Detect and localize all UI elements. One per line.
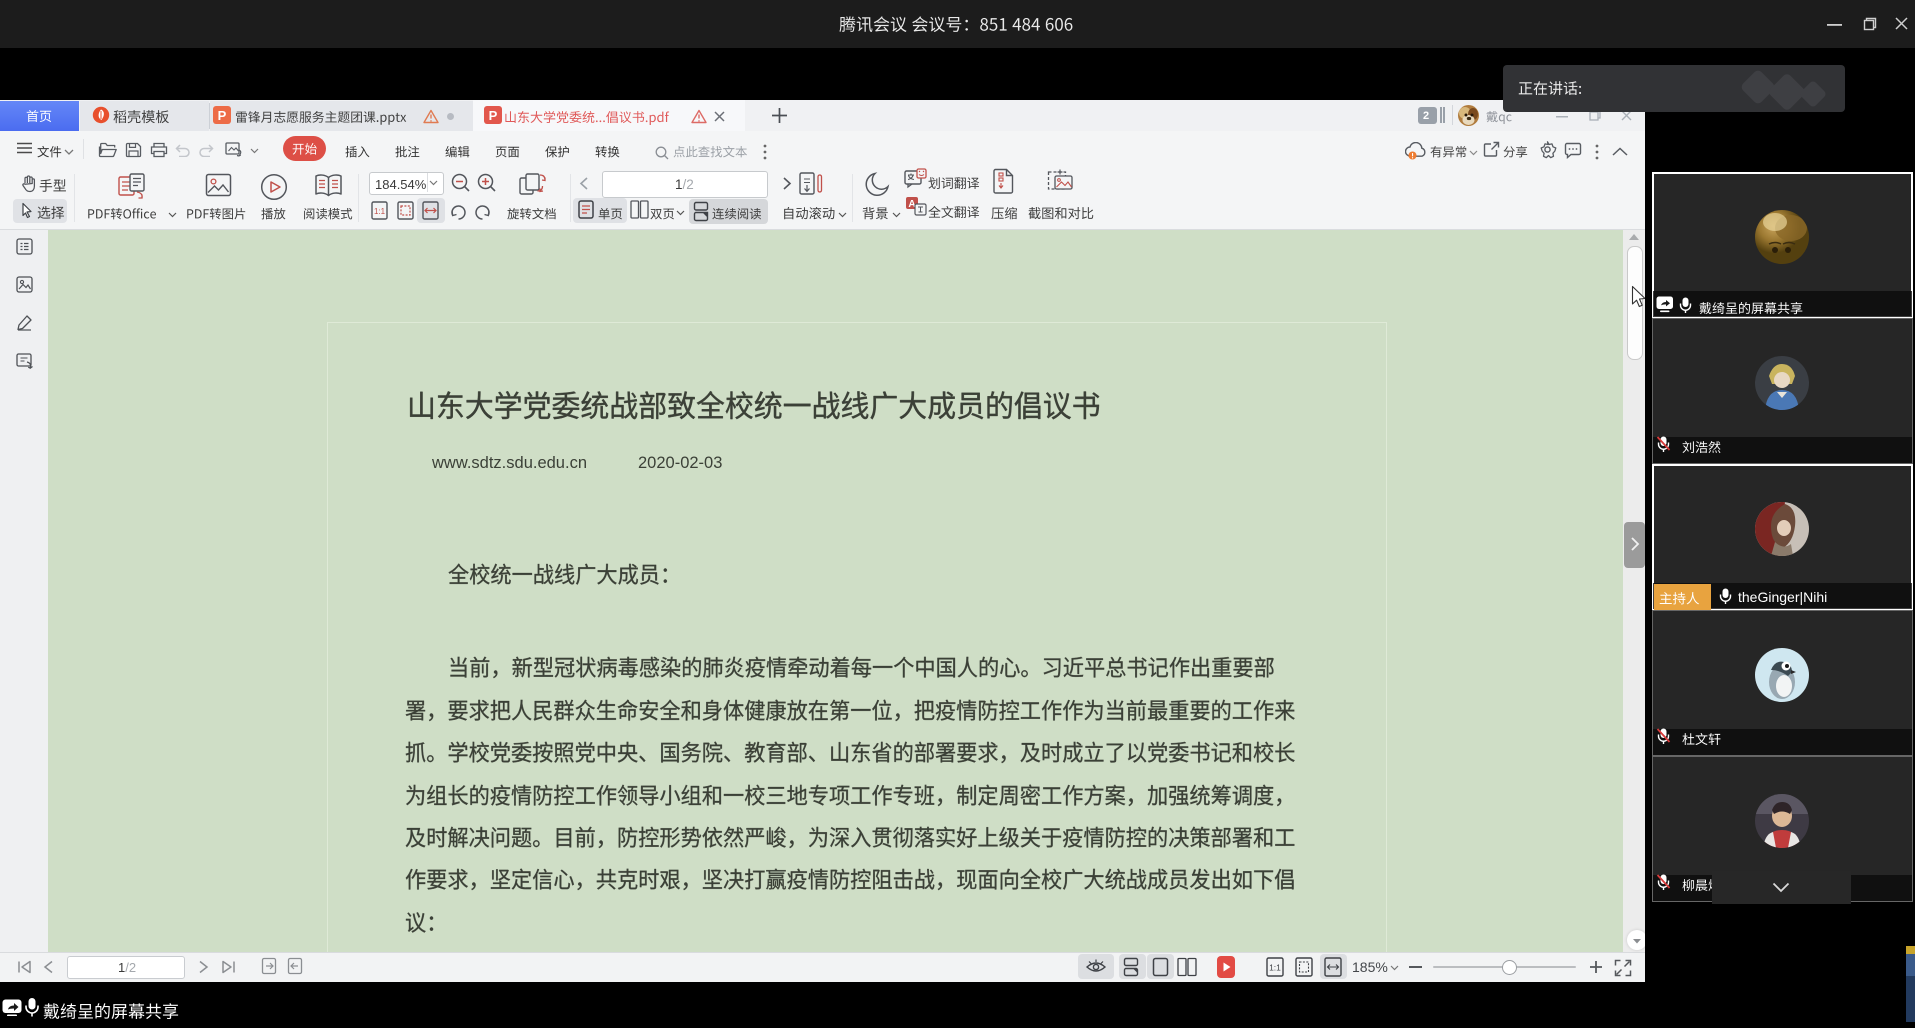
svg-text:P: P: [489, 108, 498, 123]
svg-text:1:1: 1:1: [1269, 963, 1281, 973]
svg-text:1:1: 1:1: [374, 207, 386, 216]
svg-text:P: P: [218, 108, 227, 123]
